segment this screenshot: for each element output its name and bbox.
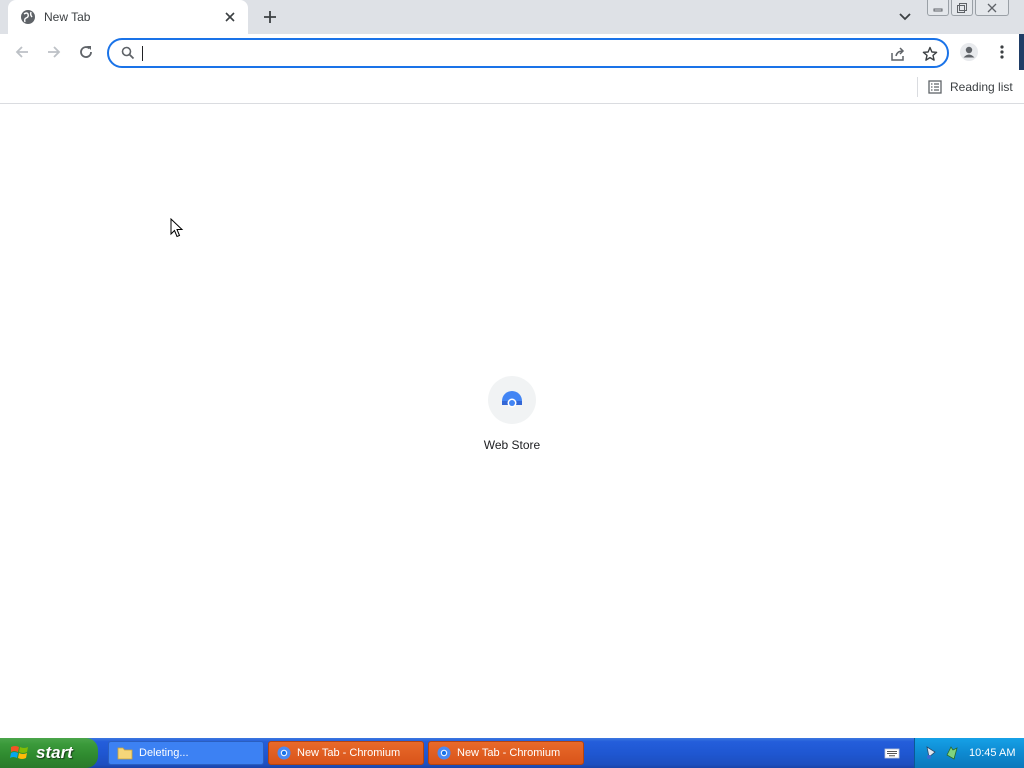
shortcut-tile	[488, 376, 536, 424]
bookmarks-bar: Reading list	[0, 70, 1024, 104]
taskbar-item-label: New Tab - Chromium	[297, 747, 401, 759]
minimize-button[interactable]	[927, 0, 949, 16]
menu-button[interactable]	[990, 40, 1014, 64]
taskbar-item-deleting[interactable]: Deleting...	[108, 741, 264, 765]
keyboard-icon[interactable]	[884, 746, 900, 760]
new-tab-page: Web Store	[0, 104, 1024, 738]
new-tab-button[interactable]	[258, 6, 282, 28]
restore-icon	[957, 2, 967, 13]
web-store-icon	[502, 391, 522, 408]
windows-logo-icon	[10, 746, 28, 759]
omnibox-input[interactable]	[141, 43, 861, 63]
start-label: start	[36, 743, 73, 762]
minimize-icon	[933, 8, 943, 11]
plus-icon	[264, 11, 276, 23]
back-button[interactable]	[10, 40, 34, 64]
chromium-icon	[277, 746, 291, 760]
share-icon	[891, 47, 905, 61]
network-icon[interactable]	[925, 745, 939, 761]
avatar-icon	[960, 43, 978, 61]
arrow-left-icon	[15, 46, 28, 58]
taskbar-item-chromium-1[interactable]: New Tab - Chromium	[268, 741, 424, 765]
taskbar: start Deleting... New Tab - Chromium New…	[0, 738, 1024, 768]
search-icon	[121, 46, 135, 60]
restore-button[interactable]	[951, 0, 973, 16]
volume-icon[interactable]	[945, 745, 959, 761]
share-button[interactable]	[889, 45, 907, 63]
taskbar-item-label: Deleting...	[139, 747, 189, 759]
profile-button[interactable]	[957, 40, 981, 64]
globe-icon	[21, 10, 35, 24]
bookmark-star-button[interactable]	[921, 45, 939, 63]
shortcut-label: Web Store	[483, 438, 541, 452]
chevron-down-icon	[899, 13, 911, 21]
clock[interactable]: 10:45 AM	[969, 747, 1015, 759]
chromium-icon	[437, 746, 451, 760]
tab-close-icon[interactable]	[222, 9, 238, 25]
text-caret	[142, 46, 143, 61]
close-window-button[interactable]	[975, 0, 1009, 16]
shortcut-web-store[interactable]: Web Store	[472, 376, 552, 462]
tab-new-tab[interactable]: New Tab	[8, 0, 248, 34]
taskbar-item-label: New Tab - Chromium	[457, 747, 561, 759]
browser-toolbar	[0, 34, 1024, 70]
tab-title: New Tab	[44, 10, 91, 24]
tab-search-button[interactable]	[894, 7, 916, 27]
window-controls	[927, 0, 1009, 16]
reload-button[interactable]	[74, 40, 98, 64]
tab-strip: New Tab	[0, 0, 1024, 34]
folder-icon	[117, 747, 133, 760]
bookmarks-separator	[917, 77, 918, 97]
system-tray: 10:45 AM	[914, 738, 1024, 768]
close-icon	[987, 3, 997, 12]
reload-icon	[80, 46, 92, 58]
reading-list-button[interactable]: Reading list	[928, 77, 1013, 97]
omnibox[interactable]	[107, 38, 949, 68]
arrow-right-icon	[48, 46, 61, 58]
kebab-menu-icon	[1000, 45, 1004, 59]
taskbar-item-chromium-2[interactable]: New Tab - Chromium	[428, 741, 584, 765]
mouse-pointer-icon	[170, 218, 184, 238]
star-icon	[922, 46, 938, 61]
reading-list-icon	[928, 80, 942, 94]
forward-button[interactable]	[42, 40, 66, 64]
start-button[interactable]: start	[0, 738, 98, 768]
reading-list-label: Reading list	[950, 80, 1013, 94]
